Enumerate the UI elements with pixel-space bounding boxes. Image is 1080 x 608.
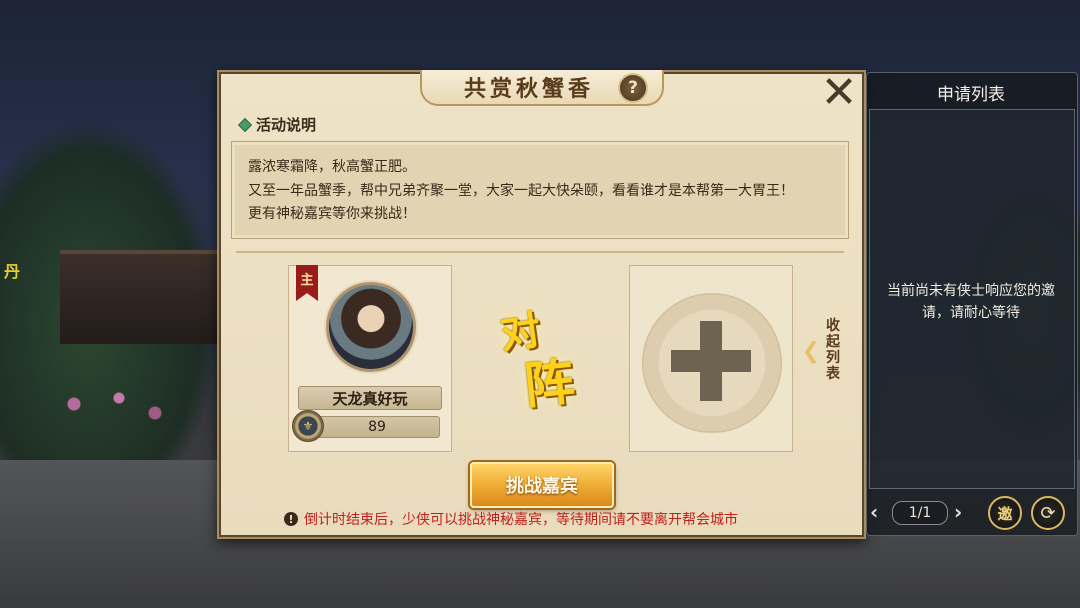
- background-flowers: [20, 380, 200, 440]
- player-avatar: [326, 282, 416, 372]
- background-npc-label: 丹: [4, 262, 21, 281]
- page-indicator: 1/1: [892, 501, 948, 525]
- application-list-title: 申请列表: [937, 85, 1005, 105]
- dialog-title: 共赏秋蟹香: [463, 76, 594, 102]
- notice: ! 倒计时结束后，少侠可以挑战神秘嘉宾，等待期间请不要离开帮会城市: [284, 509, 738, 529]
- prev-page-button[interactable]: ‹: [870, 500, 878, 524]
- collapse-list-label: 收起列表: [826, 318, 840, 382]
- collapse-list-tab[interactable]: ❮ 收起列表: [800, 318, 850, 384]
- diamond-icon: [237, 117, 253, 132]
- notice-text: 倒计时结束后，少侠可以挑战神秘嘉宾，等待期间请不要离开帮会城市: [304, 512, 738, 528]
- description-line: 又至一年品蟹季，帮中兄弟齐聚一堂，大家一起大快朵颐，看看谁才是本帮第一大胃王！: [248, 183, 794, 199]
- section-title: 活动说明: [256, 116, 317, 134]
- versus-label: 对 阵: [496, 300, 592, 415]
- invite-button[interactable]: 邀: [988, 496, 1022, 530]
- player-name: 天龙真好玩: [298, 386, 442, 410]
- refresh-icon[interactable]: ⟳: [1031, 496, 1065, 530]
- plus-icon-vertical[interactable]: [700, 321, 722, 401]
- versus-char: 阵: [521, 351, 578, 416]
- divider: [236, 251, 844, 253]
- power-emblem-icon: ⚜: [292, 410, 324, 442]
- close-button[interactable]: ✕: [821, 71, 858, 115]
- challenge-guest-button[interactable]: 挑战嘉宾: [470, 462, 614, 508]
- description-line: 露浓寒霜降，秋高蟹正肥。: [248, 159, 416, 175]
- description-box: 露浓寒霜降，秋高蟹正肥。 又至一年品蟹季，帮中兄弟齐聚一堂，大家一起大快朵颐，看…: [231, 141, 849, 239]
- section-header: 活动说明: [237, 114, 317, 135]
- chevron-left-icon: ❮: [801, 338, 821, 364]
- dialog-title-bar: 共赏秋蟹香 ?: [420, 70, 664, 106]
- help-icon[interactable]: ?: [618, 73, 648, 103]
- empty-list-message: 当前尚未有侠士响应您的邀请，请耐心等待: [887, 283, 1055, 321]
- description-line: 更有神秘嘉宾等你来挑战！: [248, 206, 416, 222]
- background-building: [60, 250, 220, 344]
- next-page-button[interactable]: ›: [954, 500, 962, 524]
- warning-icon: !: [284, 512, 298, 526]
- player-power-value: 89: [314, 416, 440, 438]
